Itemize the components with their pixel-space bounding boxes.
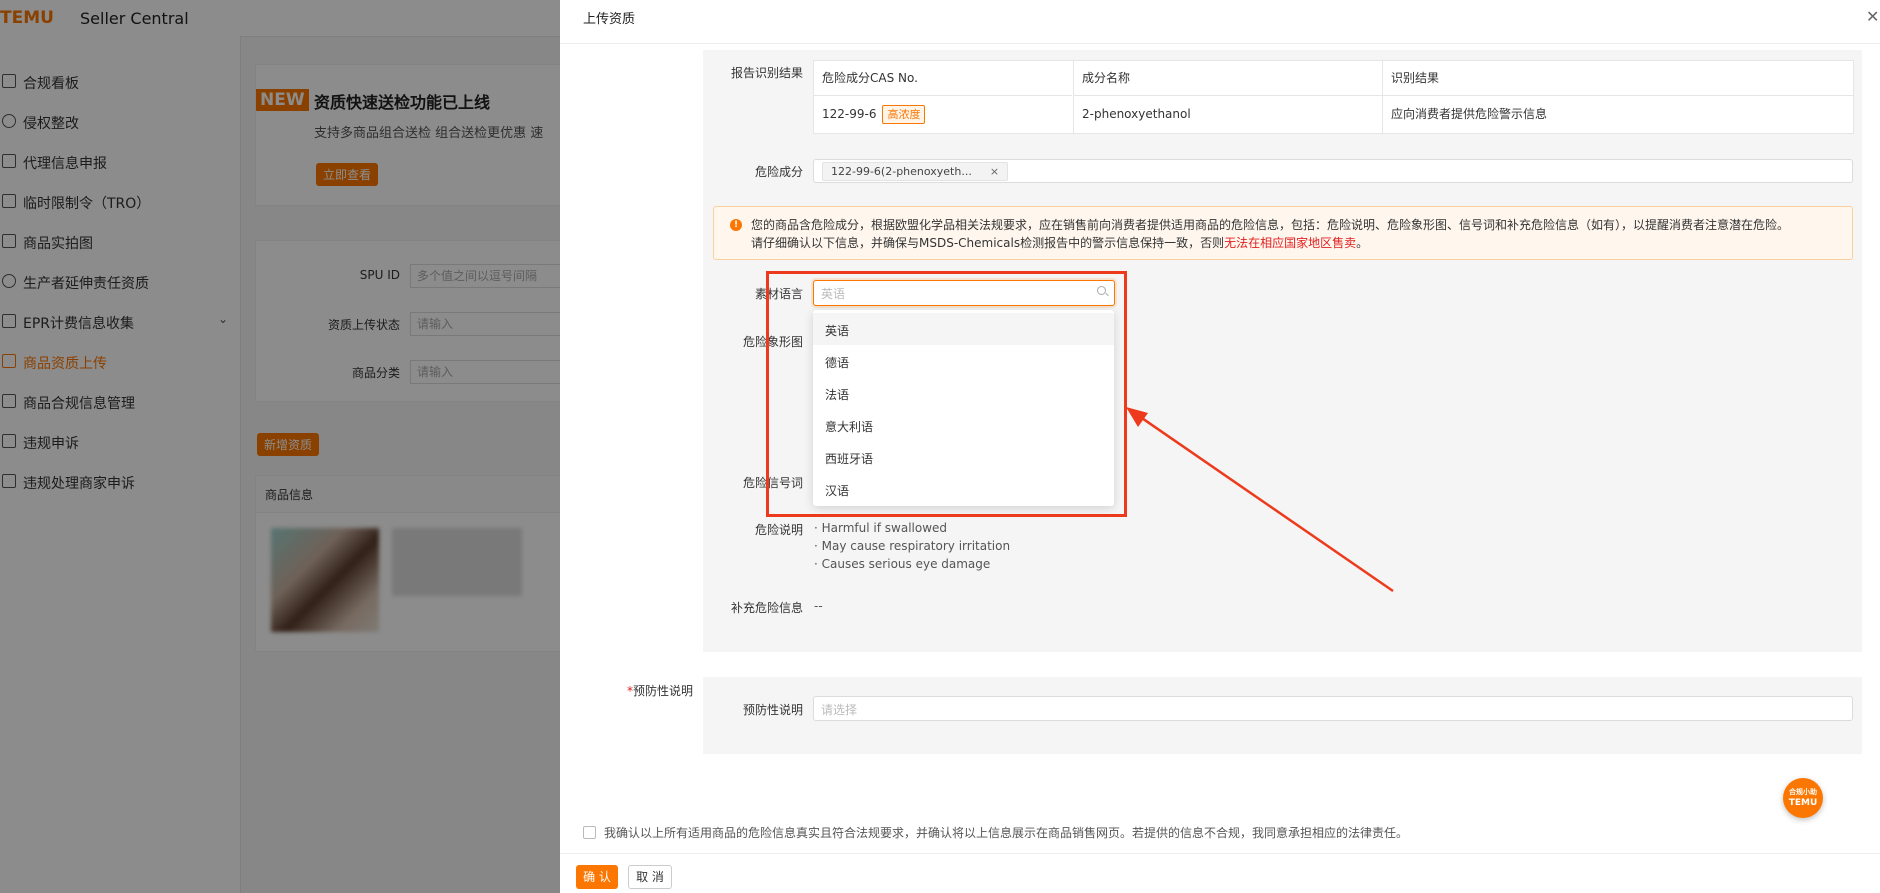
- warning-line-2: 请仔细确认以下信息，并确保与MSDS-Chemicals检测报告中的警示信息保持…: [751, 234, 1789, 252]
- hazard-statement-label: 危险说明: [755, 523, 804, 537]
- warning-icon: !: [730, 219, 742, 231]
- hazard-statement-list: · Harmful if swallowed · May cause respi…: [814, 519, 1010, 573]
- warning-text: 您的商品含危险成分，根据欧盟化学品相关法规要求，应在销售前向消费者提供适用商品的…: [751, 216, 1789, 252]
- chip-label: 122-99-6(2-phenoxyeth...: [831, 165, 972, 178]
- assistant-logo: TEMU: [1788, 798, 1818, 808]
- report-result-label: 报告识别结果: [731, 66, 804, 80]
- cell-ingredient-name: 2-phenoxyethanol: [1082, 107, 1191, 121]
- precaution-field-label: 预防性说明: [743, 703, 804, 717]
- high-concentration-badge: 高浓度: [882, 105, 926, 124]
- annotation-arrow-head: [1126, 407, 1148, 427]
- confirm-text: 我确认以上所有适用商品的危险信息真实且符合法规要求，并确认将以上信息展示在商品销…: [604, 826, 1409, 840]
- cell-result: 应向消费者提供危险警示信息: [1391, 107, 1548, 121]
- footer-divider: [560, 853, 1880, 854]
- annotation-arrow: [1126, 407, 1394, 593]
- precaution-section-text: 预防性说明: [633, 684, 694, 698]
- supplement-label: 补充危险信息: [731, 601, 804, 615]
- hazard-statement-line: · Causes serious eye damage: [814, 557, 991, 571]
- hazard-statement-line: · Harmful if swallowed: [814, 521, 948, 535]
- column-header-result: 识别结果: [1383, 61, 1853, 96]
- table-row: 122-99-6 高浓度: [814, 96, 1072, 132]
- column-header-name: 成分名称: [1074, 61, 1382, 96]
- column-header-cas: 危险成分CAS No.: [814, 61, 1072, 96]
- assistant-label: 合规小助: [1789, 788, 1817, 796]
- warning-banner: ! 您的商品含危险成分，根据欧盟化学品相关法规要求，应在销售前向消费者提供适用商…: [713, 206, 1853, 260]
- confirm-checkbox[interactable]: [583, 826, 596, 839]
- chip-close-icon[interactable]: ×: [990, 165, 999, 178]
- warning-line-2-prefix: 请仔细确认以下信息，并确保与MSDS-Chemicals检测报告中的警示信息保持…: [751, 236, 1225, 250]
- report-table: 危险成分CAS No. 成分名称 识别结果 122-99-6 高浓度 2-phen…: [813, 60, 1854, 134]
- confirm-button[interactable]: 确 认: [576, 865, 618, 889]
- drawer-header-divider: [560, 43, 1880, 44]
- close-icon[interactable]: ✕: [1866, 7, 1879, 26]
- precaution-section-label: *预防性说明: [627, 682, 693, 699]
- supplement-value: --: [814, 599, 823, 613]
- precaution-placeholder: 请选择: [821, 703, 858, 717]
- warning-line-1: 您的商品含危险成分，根据欧盟化学品相关法规要求，应在销售前向消费者提供适用商品的…: [751, 218, 1790, 232]
- warning-red-text: 无法在相应国家地区售卖: [1224, 236, 1357, 250]
- cancel-button[interactable]: 取 消: [628, 865, 672, 889]
- modal-overlay[interactable]: [0, 0, 560, 893]
- annotation-arrow-line: [1135, 412, 1394, 593]
- compliance-assistant-button[interactable]: 合规小助 TEMU: [1783, 778, 1823, 818]
- precaution-select[interactable]: 请选择: [813, 696, 1853, 721]
- cell-cas: 122-99-6: [822, 107, 877, 121]
- confirm-checkbox-row[interactable]: 我确认以上所有适用商品的危险信息真实且符合法规要求，并确认将以上信息展示在商品销…: [583, 824, 1408, 841]
- annotation-highlight-box: [766, 271, 1127, 517]
- hazard-component-label: 危险成分: [755, 165, 804, 179]
- hazard-component-chip: 122-99-6(2-phenoxyeth... ×: [822, 162, 1009, 181]
- hazard-component-select[interactable]: 122-99-6(2-phenoxyeth... ×: [813, 159, 1853, 183]
- drawer-title: 上传资质: [583, 12, 636, 27]
- warning-line-2-suffix: 。: [1356, 236, 1369, 250]
- hazard-statement-line: · May cause respiratory irritation: [814, 539, 1011, 553]
